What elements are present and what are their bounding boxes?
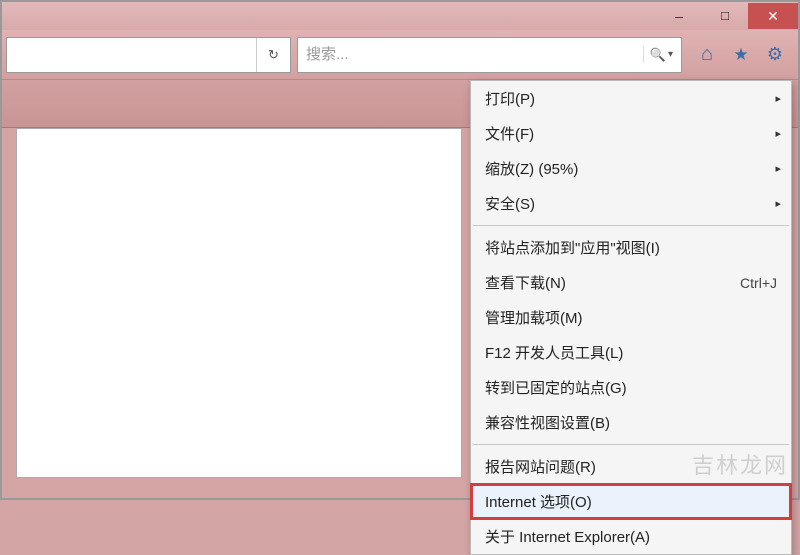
chevron-down-icon[interactable] <box>666 49 673 60</box>
menu-item-label: Internet 选项(O) <box>485 491 777 512</box>
address-bar[interactable] <box>6 37 291 73</box>
menu-item-label: 关于 Internet Explorer(A) <box>485 526 777 547</box>
navigation-toolbar <box>2 30 798 80</box>
menu-f12-devtools[interactable]: F12 开发人员工具(L) <box>471 335 791 370</box>
menu-item-label: 转到已固定的站点(G) <box>485 377 777 398</box>
minimize-button[interactable] <box>656 3 702 29</box>
search-bar[interactable] <box>297 37 682 73</box>
menu-view-downloads[interactable]: 查看下载(N) Ctrl+J <box>471 265 791 300</box>
menu-safety[interactable]: 安全(S) <box>471 186 791 221</box>
chevron-right-icon <box>775 127 781 140</box>
menu-item-label: 兼容性视图设置(B) <box>485 412 777 433</box>
page-content <box>16 128 462 478</box>
chevron-right-icon <box>775 92 781 105</box>
browser-window: 打印(P) 文件(F) 缩放(Z) (95%) 安全(S) 将站点添加到"应用"… <box>0 0 800 500</box>
menu-add-to-apps[interactable]: 将站点添加到"应用"视图(I) <box>471 230 791 265</box>
toolbar-icons <box>688 40 794 70</box>
chevron-right-icon <box>775 197 781 210</box>
menu-print[interactable]: 打印(P) <box>471 81 791 116</box>
title-bar <box>2 2 798 30</box>
menu-separator <box>473 225 789 226</box>
window-controls <box>656 3 798 29</box>
menu-item-label: 安全(S) <box>485 193 777 214</box>
menu-file[interactable]: 文件(F) <box>471 116 791 151</box>
menu-item-label: 管理加载项(M) <box>485 307 777 328</box>
close-button[interactable] <box>748 3 798 29</box>
gear-icon[interactable] <box>760 40 790 70</box>
menu-compat-view[interactable]: 兼容性视图设置(B) <box>471 405 791 440</box>
menu-about-ie[interactable]: 关于 Internet Explorer(A) <box>471 519 791 554</box>
home-icon[interactable] <box>692 40 722 70</box>
menu-goto-pinned[interactable]: 转到已固定的站点(G) <box>471 370 791 405</box>
search-icon[interactable] <box>643 46 666 63</box>
refresh-icon[interactable] <box>256 38 290 72</box>
menu-separator <box>473 444 789 445</box>
menu-item-label: 文件(F) <box>485 123 777 144</box>
search-input[interactable] <box>306 46 643 63</box>
menu-item-label: 缩放(Z) (95%) <box>485 158 777 179</box>
menu-manage-addons[interactable]: 管理加载项(M) <box>471 300 791 335</box>
menu-item-label: F12 开发人员工具(L) <box>485 342 777 363</box>
menu-item-label: 报告网站问题(R) <box>485 456 777 477</box>
menu-item-label: 将站点添加到"应用"视图(I) <box>485 237 777 258</box>
tools-menu: 打印(P) 文件(F) 缩放(Z) (95%) 安全(S) 将站点添加到"应用"… <box>470 80 792 555</box>
maximize-button[interactable] <box>702 3 748 29</box>
menu-report-problem[interactable]: 报告网站问题(R) <box>471 449 791 484</box>
chevron-right-icon <box>775 162 781 175</box>
menu-item-label: 打印(P) <box>485 88 777 109</box>
menu-item-label: 查看下载(N) <box>485 272 740 293</box>
menu-internet-options[interactable]: Internet 选项(O) <box>471 484 791 519</box>
menu-item-accelerator: Ctrl+J <box>740 275 777 291</box>
menu-zoom[interactable]: 缩放(Z) (95%) <box>471 151 791 186</box>
favorites-icon[interactable] <box>726 40 756 70</box>
